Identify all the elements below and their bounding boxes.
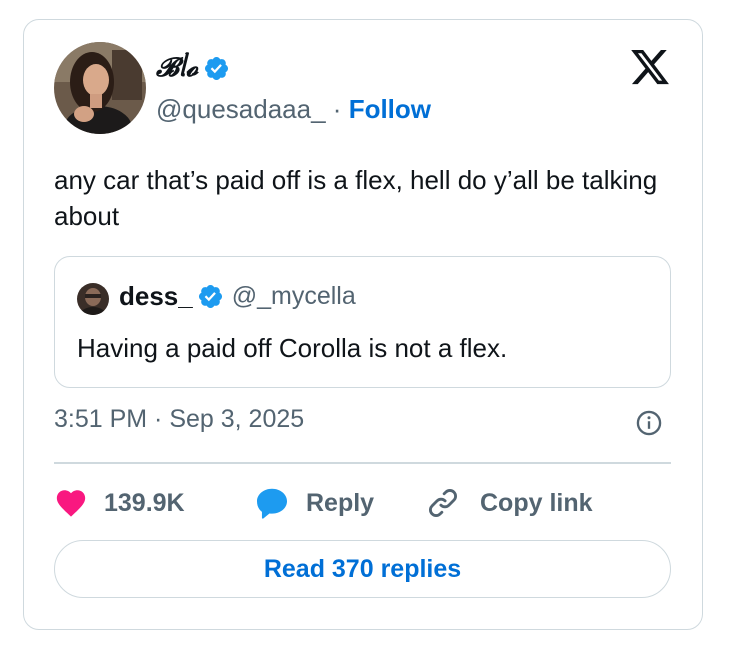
tweet-text: any car that’s paid off is a flex, hell …: [54, 165, 658, 231]
x-logo-icon[interactable]: [628, 46, 672, 88]
reply-icon: [257, 488, 287, 519]
copy-link-button[interactable]: Copy link: [426, 483, 593, 523]
reply-button[interactable]: Reply: [254, 483, 374, 523]
tweet-timestamp[interactable]: 3:51 PM · Sep 3, 2025: [54, 405, 304, 434]
author-name-row: 𝓑ᥣ𝓸: [156, 48, 230, 88]
quoted-tweet[interactable]: dess_ @_mycella Having a paid off Coroll…: [54, 256, 671, 388]
follow-button[interactable]: Follow: [349, 94, 431, 124]
like-count: 139.9K: [104, 488, 185, 517]
info-icon[interactable]: [635, 409, 663, 437]
copy-link-label: Copy link: [480, 488, 593, 517]
author-handle-row: @quesadaaa_ · Follow: [156, 94, 431, 125]
verified-badge-icon: [198, 284, 222, 309]
quoted-author-row: dess_ @_mycella: [119, 281, 356, 312]
read-replies-button[interactable]: Read 370 replies: [54, 540, 671, 598]
handle-separator: ·: [332, 94, 342, 124]
heart-icon: [56, 490, 86, 517]
author-display-name[interactable]: 𝓑ᥣ𝓸: [156, 53, 198, 84]
quoted-text: Having a paid off Corolla is not a flex.: [77, 333, 508, 363]
divider: [54, 462, 671, 464]
author-avatar[interactable]: [54, 42, 146, 134]
like-button[interactable]: 139.9K: [54, 483, 185, 523]
verified-badge-icon: [205, 56, 229, 80]
quoted-author-avatar[interactable]: [77, 283, 109, 315]
quoted-display-name[interactable]: dess_: [119, 281, 193, 312]
author-handle[interactable]: @quesadaaa_: [156, 94, 326, 124]
quoted-handle[interactable]: @_mycella: [232, 282, 356, 311]
link-icon: [429, 489, 457, 517]
reply-label: Reply: [306, 488, 375, 517]
tweet-embed-card: 𝓑ᥣ𝓸 @quesadaaa_ · Follow any car that’s …: [23, 19, 703, 630]
